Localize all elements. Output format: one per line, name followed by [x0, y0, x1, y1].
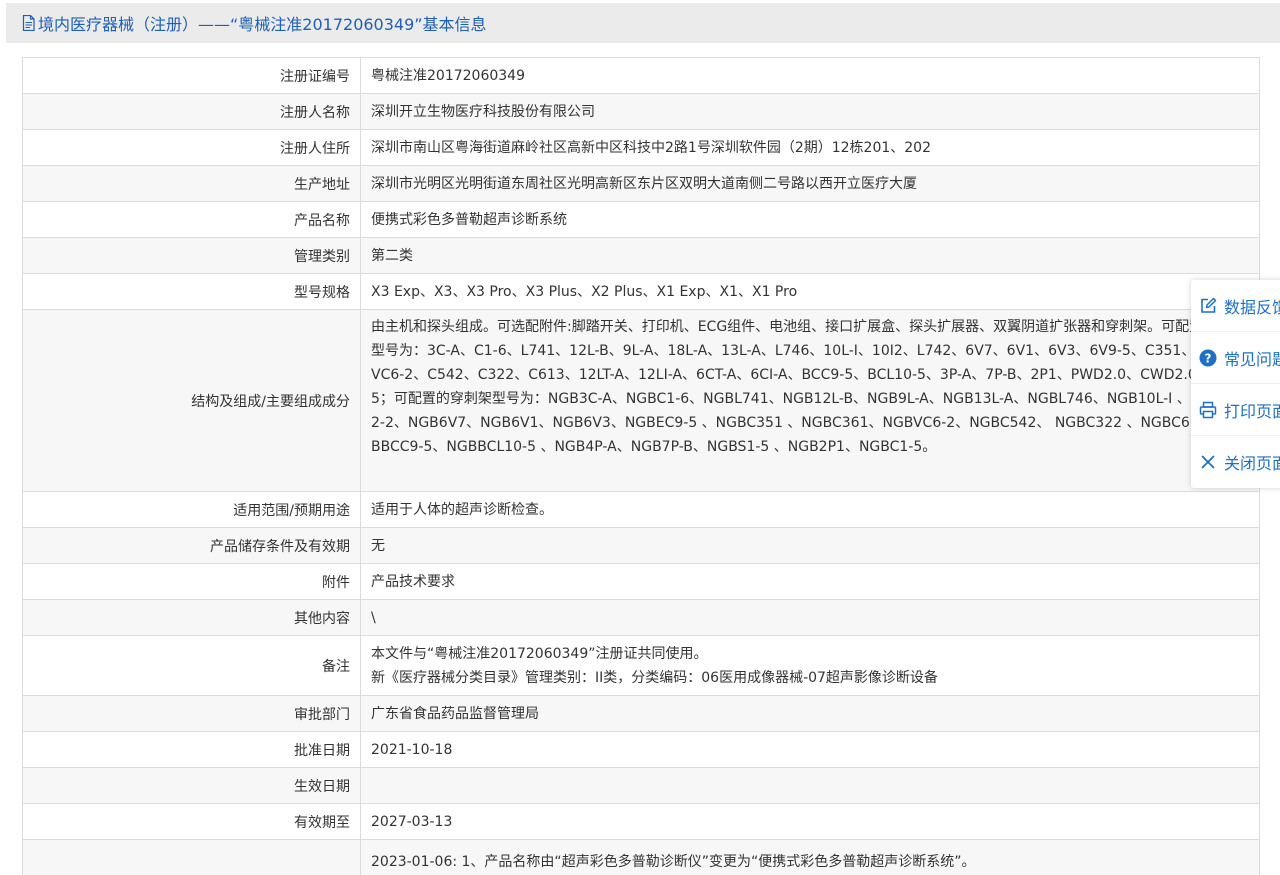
page: 境内医疗器械（注册）——“粤械注准20172060349”基本信息 注册证编号 … [0, 0, 1280, 875]
row-value: 适用于人体的超声诊断检查。 [360, 491, 1260, 528]
row-value: 粤械注准20172060349 [360, 57, 1260, 94]
row-label: 型号规格 [22, 273, 361, 310]
table-row: 结构及组成/主要组成成分 由主机和探头组成。可选配附件:脚踏开关、打印机、ECG… [22, 309, 1260, 492]
row-value [360, 767, 1260, 804]
row-value: X3 Exp、X3、X3 Pro、X3 Plus、X2 Plus、X1 Exp、… [360, 273, 1260, 310]
row-label: 备注 [22, 635, 361, 696]
table-row: 注册人名称 深圳开立生物医疗科技股份有限公司 [22, 93, 1260, 130]
question-circle-icon: ? [1199, 349, 1217, 366]
edit-icon [1201, 297, 1217, 313]
row-label: 管理类别 [22, 237, 361, 274]
row-value: 2027-03-13 [360, 803, 1260, 840]
table-row: 2023-01-06: 1、产品名称由“超声彩色多普勒诊断仪”变更为“便携式彩色… [22, 839, 1260, 875]
row-value: 便携式彩色多普勒超声诊断系统 [360, 201, 1260, 238]
row-value: 深圳市南山区粤海街道麻岭社区高新中区科技中2路1号深圳软件园（2期）12栋201… [360, 129, 1260, 166]
table-row: 备注 本文件与“粤械注准20172060349”注册证共同使用。 新《医疗器械分… [22, 635, 1260, 696]
remark-line: 新《医疗器械分类目录》管理类别：II类，分类编码：06医用成像器械-07超声影像… [371, 669, 938, 686]
row-label: 注册人名称 [22, 93, 361, 130]
row-value: 深圳市光明区光明街道东周社区光明高新区东片区双明大道南侧二号路以西开立医疗大厦 [360, 165, 1260, 202]
table-row: 批准日期 2021-10-18 [22, 731, 1260, 768]
table-row: 产品名称 便携式彩色多普勒超声诊断系统 [22, 201, 1260, 238]
row-label: 其他内容 [22, 599, 361, 636]
page-title-bar: 境内医疗器械（注册）——“粤械注准20172060349”基本信息 [6, 3, 1280, 43]
row-value: 广东省食品药品监督管理局 [360, 695, 1260, 732]
row-value: 本文件与“粤械注准20172060349”注册证共同使用。 新《医疗器械分类目录… [360, 635, 1260, 696]
svg-text:?: ? [1205, 351, 1212, 365]
row-label: 批准日期 [22, 731, 361, 768]
close-icon [1201, 455, 1215, 469]
faq-label: 常见问题 [1224, 349, 1280, 369]
table-row: 其他内容 \ [22, 599, 1260, 636]
row-label [22, 839, 361, 875]
table-row: 型号规格 X3 Exp、X3、X3 Pro、X3 Plus、X2 Plus、X1… [22, 273, 1260, 310]
row-label: 生产地址 [22, 165, 361, 202]
close-page-label: 关闭页面 [1224, 454, 1280, 473]
table-row: 管理类别 第二类 [22, 237, 1260, 274]
row-value: 无 [360, 527, 1260, 564]
data-feedback-button[interactable]: 数据反馈 [1191, 280, 1280, 332]
remark-line: 本文件与“粤械注准20172060349”注册证共同使用。 [371, 645, 708, 662]
row-value: 2023-01-06: 1、产品名称由“超声彩色多普勒诊断仪”变更为“便携式彩色… [360, 839, 1260, 875]
row-value: \ [360, 599, 1260, 636]
table-row: 注册人住所 深圳市南山区粤海街道麻岭社区高新中区科技中2路1号深圳软件园（2期）… [22, 129, 1260, 166]
data-feedback-label: 数据反馈 [1224, 297, 1280, 317]
row-label: 注册证编号 [22, 57, 361, 94]
row-value: 深圳开立生物医疗科技股份有限公司 [360, 93, 1260, 130]
row-label: 注册人住所 [22, 129, 361, 166]
row-value: 第二类 [360, 237, 1260, 274]
row-label: 审批部门 [22, 695, 361, 732]
row-label: 附件 [22, 563, 361, 600]
row-label: 产品名称 [22, 201, 361, 238]
table-row: 适用范围/预期用途 适用于人体的超声诊断检查。 [22, 491, 1260, 528]
printer-icon [1199, 401, 1217, 418]
row-label: 有效期至 [22, 803, 361, 840]
basic-info-table: 注册证编号 粤械注准20172060349 注册人名称 深圳开立生物医疗科技股份… [22, 57, 1260, 875]
table-row: 附件 产品技术要求 [22, 563, 1260, 600]
table-row: 审批部门 广东省食品药品监督管理局 [22, 695, 1260, 732]
table-row: 生产地址 深圳市光明区光明街道东周社区光明高新区东片区双明大道南侧二号路以西开立… [22, 165, 1260, 202]
table-row: 注册证编号 粤械注准20172060349 [22, 57, 1260, 94]
row-value: 产品技术要求 [360, 563, 1260, 600]
row-value: 由主机和探头组成。可选配附件:脚踏开关、打印机、ECG组件、电池组、接口扩展盒、… [360, 309, 1260, 492]
faq-button[interactable]: ? 常见问题 [1191, 332, 1280, 384]
table-row: 生效日期 [22, 767, 1260, 804]
print-page-button[interactable]: 打印页面 [1191, 384, 1280, 436]
row-value: 2021-10-18 [360, 731, 1260, 768]
table-row: 产品储存条件及有效期 无 [22, 527, 1260, 564]
page-title: 境内医疗器械（注册）——“粤械注准20172060349”基本信息 [38, 15, 487, 34]
floating-action-panel: 数据反馈 ? 常见问题 打印页面 关闭页面 [1191, 280, 1280, 488]
row-label: 结构及组成/主要组成成分 [22, 309, 361, 492]
print-page-label: 打印页面 [1224, 401, 1280, 421]
row-label: 产品储存条件及有效期 [22, 527, 361, 564]
document-icon [22, 15, 35, 31]
row-label: 生效日期 [22, 767, 361, 804]
row-label: 适用范围/预期用途 [22, 491, 361, 528]
table-row: 有效期至 2027-03-13 [22, 803, 1260, 840]
close-page-button[interactable]: 关闭页面 [1191, 436, 1280, 488]
